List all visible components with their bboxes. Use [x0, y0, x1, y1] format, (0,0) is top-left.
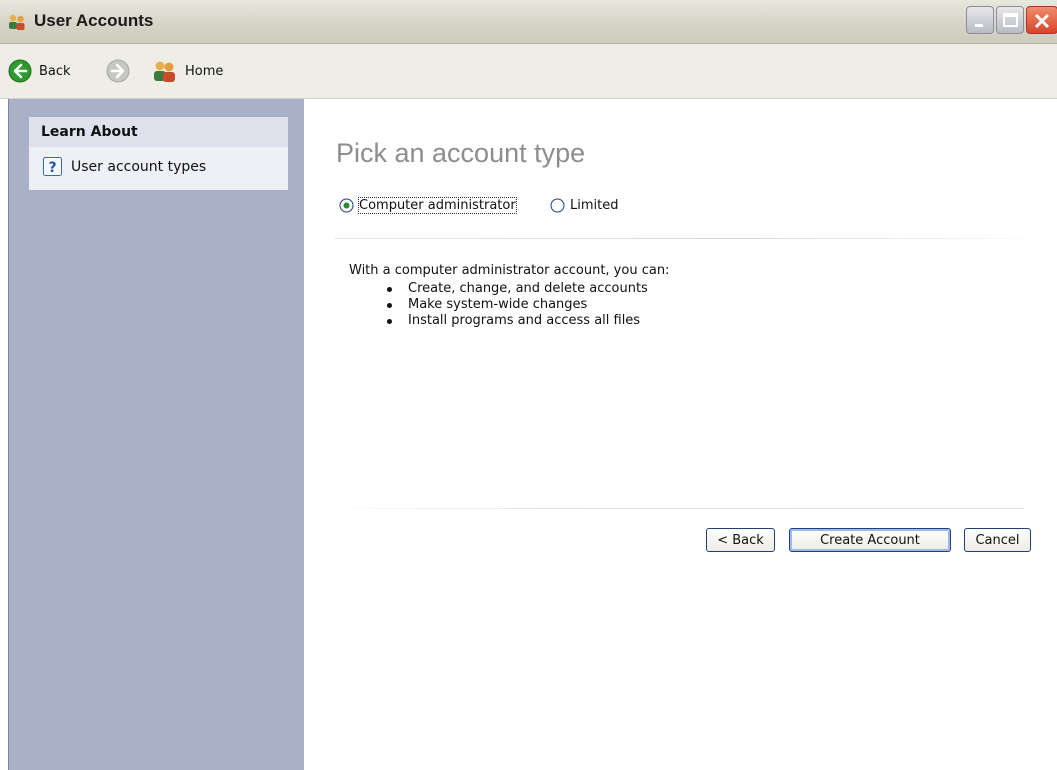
- capabilities-list: Create, change, and delete accounts Make…: [386, 281, 648, 329]
- sidebar-item-user-account-types[interactable]: ? User account types: [43, 157, 206, 176]
- create-account-button[interactable]: Create Account: [789, 528, 951, 552]
- users-icon: [154, 61, 175, 82]
- divider: [348, 508, 1024, 509]
- forward-nav-button[interactable]: [106, 58, 130, 84]
- back-arrow-icon: [8, 59, 32, 83]
- computer-administrator-label: Computer administrator: [358, 197, 517, 214]
- minimize-icon: [975, 24, 983, 27]
- forward-arrow-icon: [106, 59, 130, 83]
- divider: [334, 238, 1024, 239]
- maximize-icon: [1003, 13, 1018, 27]
- limited-radio[interactable]: Limited: [550, 198, 618, 213]
- sidebar-item-label: User account types: [71, 158, 207, 175]
- help-icon: ?: [43, 157, 62, 176]
- list-item: Make system-wide changes: [386, 297, 648, 313]
- limited-label: Limited: [570, 198, 619, 213]
- back-button[interactable]: < Back: [706, 528, 775, 552]
- svg-text:?: ?: [48, 160, 56, 176]
- back-label: Back: [39, 63, 71, 79]
- home-nav-button[interactable]: Home: [152, 58, 223, 84]
- account-description: With a computer administrator account, y…: [349, 263, 670, 278]
- list-item: Create, change, and delete accounts: [386, 281, 648, 297]
- title-bar: User Accounts: [0, 0, 1057, 44]
- user-accounts-icon: [8, 13, 26, 31]
- back-nav-button[interactable]: Back: [8, 58, 71, 84]
- learn-about-header: Learn About: [29, 117, 288, 147]
- maximize-button[interactable]: [996, 6, 1024, 34]
- cancel-button[interactable]: Cancel: [964, 528, 1031, 552]
- home-label: Home: [185, 63, 224, 79]
- minimize-button[interactable]: [966, 6, 994, 34]
- radio-unselected-icon: [550, 198, 565, 213]
- window-title: User Accounts: [34, 11, 154, 30]
- navigation-bar: Back Home: [0, 44, 1057, 99]
- page-title: Pick an account type: [336, 138, 586, 168]
- sidebar: Learn About ? User account types: [8, 99, 304, 770]
- close-icon: [1034, 13, 1050, 29]
- close-button[interactable]: [1026, 6, 1057, 34]
- computer-administrator-radio[interactable]: Computer administrator: [339, 197, 517, 214]
- list-item: Install programs and access all files: [386, 313, 648, 329]
- learn-about-panel: Learn About ? User account types: [29, 117, 288, 190]
- radio-selected-icon: [339, 198, 354, 213]
